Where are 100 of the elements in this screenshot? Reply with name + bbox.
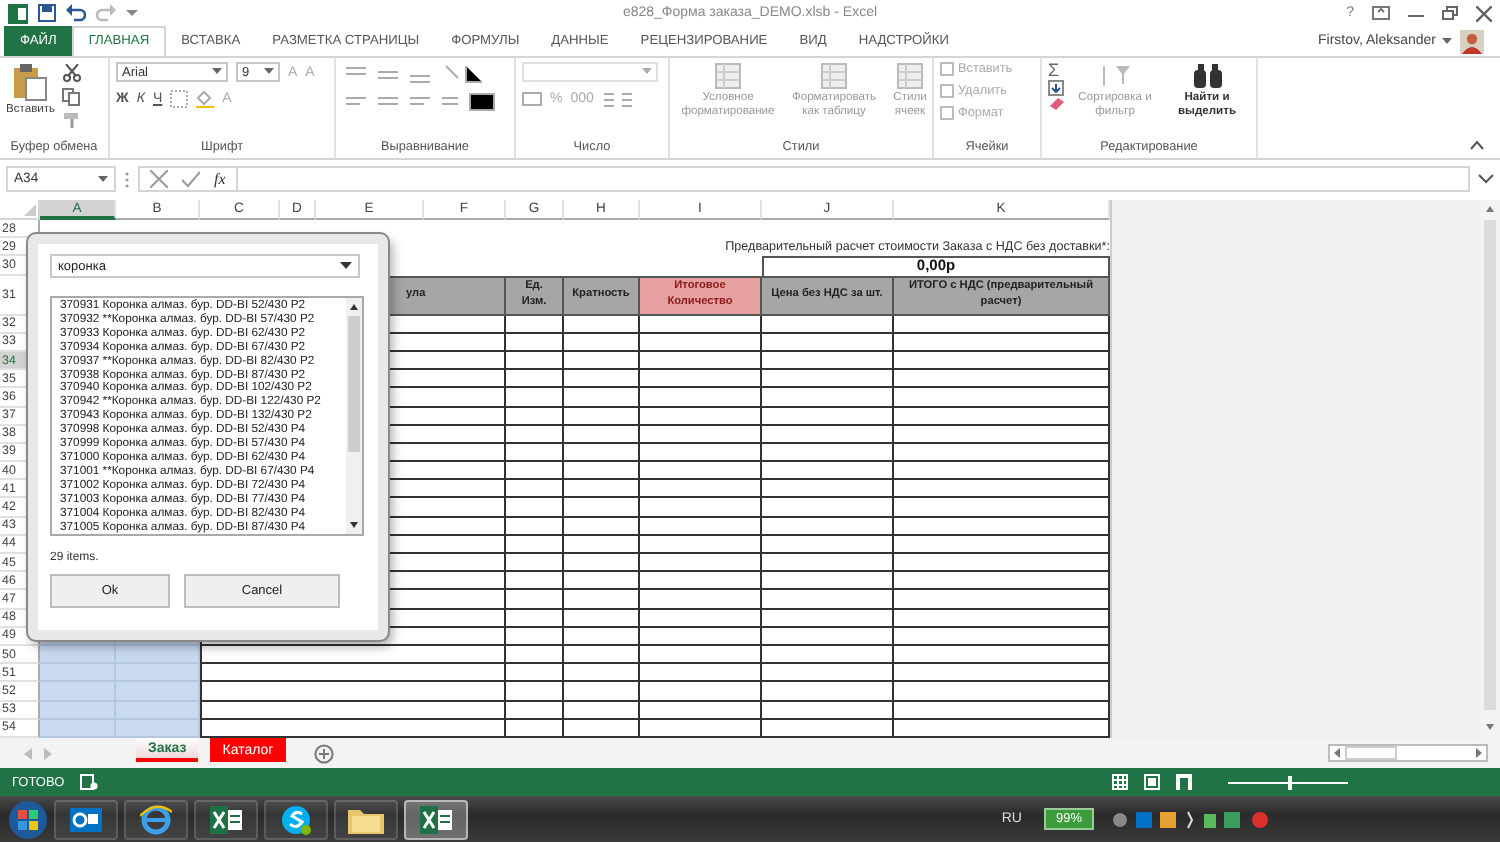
page-break-icon[interactable] [1176,774,1192,790]
autosum-button[interactable]: Σ [1048,62,1060,80]
table-cell [564,425,640,444]
spreadsheet-icon [420,805,452,833]
table-cell [762,351,894,371]
taskbar-app[interactable] [194,799,258,839]
table-cell [762,590,894,610]
taskbar-app[interactable] [54,799,118,839]
table-cell [506,443,564,463]
table-cell [506,664,564,683]
scrollbar-drawing[interactable] [346,298,362,534]
table-cell [762,682,894,701]
caret-icon [340,262,352,270]
enter-icon[interactable] [182,170,200,188]
table-cell [640,315,762,334]
close-icon[interactable] [1476,5,1492,21]
table-cell [640,462,762,481]
table-cell [640,554,762,573]
taskbar-app[interactable] [124,799,188,839]
selected-cell [116,682,200,701]
table-cell [762,535,894,554]
chat-app-icon [280,803,312,835]
eraser-icon[interactable] [1048,96,1066,110]
table-cell [564,627,640,646]
ribbon-display-icon[interactable] [1372,6,1390,20]
taskbar-app[interactable] [404,799,468,839]
table-cell [762,407,894,426]
table-cell [564,351,640,371]
folder-icon [348,805,384,833]
caret-icon[interactable] [1442,37,1452,45]
table-cell [640,664,762,683]
brush-icon[interactable] [61,112,82,130]
table-cell [564,480,640,499]
caret-icon [642,68,652,76]
macro-record-icon[interactable] [80,774,99,790]
cell-icon [940,62,954,76]
table-cell [506,627,564,646]
page-layout-icon[interactable] [1144,774,1160,790]
taskbar-app[interactable] [264,799,328,839]
tray-icons-drawing[interactable] [1112,809,1272,829]
table-cell [762,315,894,334]
vertical-scrollbar-drawing[interactable] [1480,200,1500,738]
expand-icon[interactable] [1478,174,1494,184]
cancel-icon[interactable] [150,170,168,188]
table-cell [640,388,762,407]
dropdown-icon[interactable] [126,8,138,18]
table-cell [762,645,894,665]
table-cell [564,333,640,352]
table-cell [640,333,762,352]
binoculars-icon [1191,62,1223,90]
table-cell [640,370,762,389]
taskbar-app[interactable] [334,799,398,839]
mail-app-icon [70,805,102,833]
table-cell [640,425,762,444]
table-cell [506,315,564,334]
table-cell [762,443,894,463]
number-format-field[interactable] [522,62,658,82]
table-cell [640,701,762,720]
table-cell [506,535,564,554]
table-cell [506,572,564,591]
table-cell [564,370,640,389]
table-cell [506,388,564,407]
table-cell [762,388,894,407]
table-cell [762,609,894,628]
undo-icon[interactable] [66,4,86,22]
table-cell [640,351,762,371]
table-cell [762,701,894,720]
insert-function-button[interactable]: fx [214,170,226,188]
table-icon [896,62,924,90]
table-cell [564,664,640,683]
table-cell [564,609,640,628]
table-cell [564,517,640,536]
caret-icon [98,175,108,183]
fill-down-icon[interactable] [1048,80,1066,96]
table-cell [762,333,894,352]
table-cell [762,480,894,499]
table-cell [506,370,564,389]
caret-icon [212,68,222,76]
table-cell [506,407,564,426]
restore-icon[interactable] [1442,6,1458,20]
save-icon[interactable] [38,4,56,22]
table-cell [762,627,894,646]
table-cell [506,462,564,481]
table-cell [762,498,894,518]
copy-icon[interactable] [61,88,82,106]
normal-view-icon[interactable] [1112,774,1128,790]
table-icon [714,62,742,90]
table-cell [640,517,762,536]
table-cell [506,554,564,573]
table-cell [564,388,640,407]
table-cell [564,462,640,481]
collapse-ribbon-icon[interactable] [1470,140,1484,150]
table-cell [640,572,762,591]
table-cell [640,443,762,463]
formula-input[interactable] [235,166,1470,192]
table-cell [640,682,762,701]
add-sheet-icon[interactable] [313,743,334,763]
cut-icon[interactable] [61,64,82,82]
start-button-icon[interactable] [8,799,48,839]
table-cell [506,333,564,352]
